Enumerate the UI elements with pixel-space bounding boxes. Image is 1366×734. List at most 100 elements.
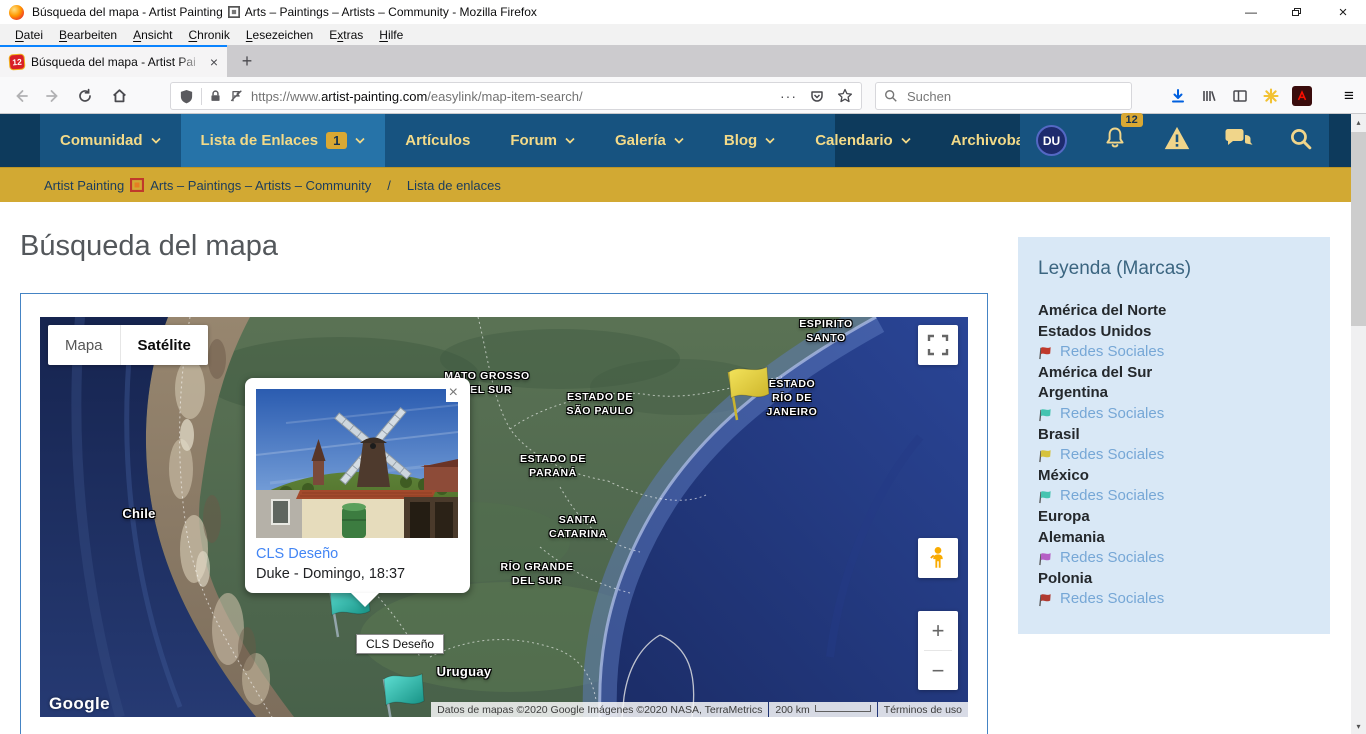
info-window-close-icon[interactable]: × bbox=[446, 384, 461, 402]
minimize-button[interactable]: — bbox=[1228, 0, 1274, 24]
windmill-photo[interactable] bbox=[256, 389, 458, 538]
user-avatar[interactable]: DU bbox=[1036, 125, 1067, 156]
hamburger-menu-button[interactable]: ≡ bbox=[1334, 81, 1364, 110]
redes-sociales-link[interactable]: Redes Sociales bbox=[1060, 404, 1164, 425]
flag-icon bbox=[1038, 345, 1053, 360]
acrobat-button[interactable] bbox=[1286, 81, 1317, 110]
map-type-mapa[interactable]: Mapa bbox=[48, 325, 120, 365]
breadcrumb: Artist Painting Arts – Paintings – Artis… bbox=[0, 167, 1366, 202]
nav-item-calendario[interactable]: Calendario bbox=[795, 114, 931, 167]
redes-sociales-link[interactable]: Redes Sociales bbox=[1060, 486, 1164, 507]
breadcrumb-site-link[interactable]: Artist Painting bbox=[44, 178, 124, 193]
map-label-espirito-santo: ESPIRITO SANTO bbox=[799, 317, 853, 345]
tab-strip: 12 Búsqueda del mapa - Artist Pai × + bbox=[0, 45, 1366, 77]
tab-active[interactable]: 12 Búsqueda del mapa - Artist Pai × bbox=[0, 45, 227, 77]
redes-sociales-link[interactable]: Redes Sociales bbox=[1060, 445, 1164, 466]
zoom-out-button[interactable]: − bbox=[918, 651, 958, 690]
chevron-down-icon bbox=[151, 137, 161, 144]
download-icon bbox=[1170, 88, 1186, 104]
legend-country: Brasil bbox=[1038, 425, 1310, 446]
map-marker-flag-teal[interactable] bbox=[378, 669, 428, 717]
search-input[interactable] bbox=[905, 88, 1123, 105]
messages-button[interactable] bbox=[1225, 126, 1253, 155]
menu-datei[interactable]: Datei bbox=[7, 28, 51, 42]
url-bar[interactable]: https://www.artist-painting.com/easylink… bbox=[170, 82, 862, 110]
legend-country: Alemania bbox=[1038, 528, 1310, 549]
flag-icon bbox=[1038, 489, 1053, 504]
nav-item-comunidad[interactable]: Comunidad bbox=[40, 114, 181, 167]
pocket-icon[interactable] bbox=[809, 88, 825, 104]
fullscreen-button[interactable] bbox=[918, 325, 958, 365]
page-actions-icon[interactable]: ··· bbox=[780, 88, 797, 104]
legend-link-row: Redes Sociales bbox=[1038, 445, 1310, 466]
lock-icon[interactable] bbox=[209, 89, 222, 103]
map-marker-label[interactable]: CLS Deseño bbox=[356, 634, 444, 654]
breadcrumb-separator: / bbox=[387, 178, 391, 193]
window-title-left: Búsqueda del mapa - Artist Painting bbox=[32, 5, 223, 19]
tracking-shield-icon[interactable] bbox=[179, 89, 194, 104]
forward-button[interactable] bbox=[38, 81, 68, 110]
menu-ansicht[interactable]: Ansicht bbox=[125, 28, 180, 42]
scrollbar-thumb[interactable] bbox=[1351, 132, 1366, 326]
page-scrollbar[interactable]: ▴ ▾ bbox=[1351, 114, 1366, 734]
map-marker-flag-yellow[interactable] bbox=[723, 362, 773, 427]
flag-icon bbox=[1038, 551, 1053, 566]
redes-sociales-link[interactable]: Redes Sociales bbox=[1060, 589, 1164, 610]
restore-button[interactable] bbox=[1274, 0, 1320, 24]
menu-hilfe[interactable]: Hilfe bbox=[371, 28, 411, 42]
map-canvas[interactable]: MATO GROSSO DEL SUR ESTADO DE SÃO PAULO … bbox=[40, 317, 968, 717]
terms-link[interactable]: Términos de uso bbox=[878, 702, 968, 717]
library-button[interactable] bbox=[1193, 81, 1224, 110]
redes-sociales-link[interactable]: Redes Sociales bbox=[1060, 342, 1164, 363]
legend-link-row: Redes Sociales bbox=[1038, 342, 1310, 363]
scrollbar-down-arrow[interactable]: ▾ bbox=[1351, 718, 1366, 734]
urlbar-divider bbox=[201, 88, 202, 105]
menu-chronik[interactable]: Chronik bbox=[180, 28, 237, 42]
home-button[interactable] bbox=[104, 81, 134, 110]
menu-lesezeichen[interactable]: Lesezeichen bbox=[238, 28, 321, 42]
redes-sociales-link[interactable]: Redes Sociales bbox=[1060, 548, 1164, 569]
menu-extras[interactable]: Extras bbox=[321, 28, 371, 42]
scrollbar-up-arrow[interactable]: ▴ bbox=[1351, 114, 1366, 130]
info-window-link[interactable]: CLS Deseño bbox=[256, 546, 459, 562]
sidebar-button[interactable] bbox=[1224, 81, 1255, 110]
nav-item-forum[interactable]: Forum bbox=[490, 114, 595, 167]
bookmark-star-icon[interactable] bbox=[837, 88, 853, 104]
map-label-parana: ESTADO DE PARANÁ bbox=[520, 452, 586, 480]
nav-item-galeria[interactable]: Galería bbox=[595, 114, 704, 167]
pegman-button[interactable] bbox=[918, 538, 958, 578]
new-tab-button[interactable]: + bbox=[233, 48, 261, 74]
flag-icon bbox=[1038, 592, 1053, 607]
chevron-down-icon bbox=[901, 137, 911, 144]
back-button[interactable] bbox=[6, 81, 36, 110]
menu-bearbeiten[interactable]: Bearbeiten bbox=[51, 28, 125, 42]
tab-close-icon[interactable]: × bbox=[210, 55, 218, 69]
close-button[interactable]: × bbox=[1320, 0, 1366, 24]
warning-icon bbox=[1163, 125, 1191, 151]
google-logo[interactable]: Google bbox=[49, 694, 110, 714]
page-title: Búsqueda del mapa bbox=[20, 230, 278, 263]
search-bar[interactable] bbox=[875, 82, 1132, 110]
legend-region: América del Norte bbox=[1038, 301, 1310, 322]
extension-button[interactable] bbox=[1255, 81, 1286, 110]
nav-item-lista-de-enlaces[interactable]: Lista de Enlaces1 bbox=[181, 114, 386, 167]
back-icon bbox=[13, 88, 29, 104]
site-search-button[interactable] bbox=[1288, 126, 1313, 156]
alerts-button[interactable] bbox=[1163, 125, 1191, 156]
breadcrumb-site-tagline[interactable]: Arts – Paintings – Artists – Community bbox=[150, 178, 371, 193]
notifications-button[interactable]: 12 bbox=[1102, 125, 1128, 156]
permissions-icon[interactable] bbox=[229, 89, 244, 103]
reload-button[interactable] bbox=[70, 81, 100, 110]
downloads-button[interactable] bbox=[1162, 81, 1193, 110]
legend-link-row: Redes Sociales bbox=[1038, 548, 1310, 569]
map-type-satelite[interactable]: Satélite bbox=[120, 325, 208, 365]
nav-item-articulos[interactable]: Artículos bbox=[385, 114, 490, 167]
nav-item-blog[interactable]: Blog bbox=[704, 114, 795, 167]
legend-link-row: Redes Sociales bbox=[1038, 404, 1310, 425]
zoom-in-button[interactable]: + bbox=[918, 611, 958, 650]
urlbar-actions: ··· bbox=[780, 88, 853, 104]
map-label-sao-paulo: ESTADO DE SÃO PAULO bbox=[566, 390, 633, 418]
chevron-down-icon bbox=[765, 137, 775, 144]
search-icon bbox=[884, 89, 898, 103]
attribution-text: Datos de mapas ©2020 Google Imágenes ©20… bbox=[431, 702, 768, 717]
